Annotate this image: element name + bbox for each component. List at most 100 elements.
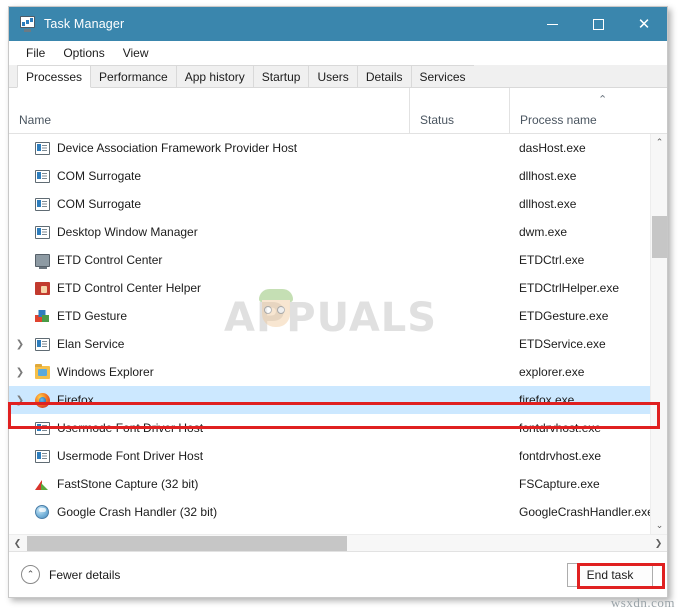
generic-app-icon (31, 225, 53, 239)
row-process-name: dllhost.exe (519, 169, 577, 183)
scroll-down-icon[interactable]: ⌄ (651, 517, 667, 534)
generic-app-icon (31, 169, 53, 183)
table-row[interactable]: Usermode Font Driver Host fontdrvhost.exe (9, 414, 650, 442)
close-button[interactable]: ✕ (621, 7, 667, 41)
row-process-name: firefox.exe (519, 393, 575, 407)
menu-bar: File Options View (9, 41, 667, 65)
tab-details[interactable]: Details (356, 65, 412, 87)
table-row[interactable]: Desktop Window Manager dwm.exe (9, 218, 650, 246)
row-name: Usermode Font Driver Host (57, 449, 204, 463)
scroll-up-icon[interactable]: ⌃ (651, 134, 667, 151)
window-controls: ✕ (529, 7, 667, 41)
close-icon: ✕ (637, 14, 651, 33)
faststone-icon (31, 478, 53, 491)
tab-processes[interactable]: Processes (17, 65, 92, 88)
row-process-name: dasHost.exe (519, 141, 586, 155)
expand-chevron-icon[interactable]: ❯ (9, 339, 31, 350)
scroll-right-icon[interactable]: ❯ (650, 535, 667, 551)
vertical-scrollbar[interactable]: ⌃ ⌄ (650, 134, 667, 534)
row-name: Windows Explorer (57, 365, 154, 379)
row-process-name: dwm.exe (519, 225, 568, 239)
row-process-name: ETDService.exe (519, 337, 606, 351)
row-name: Google Crash Handler (32 bit) (57, 505, 218, 519)
minimize-button[interactable] (529, 7, 575, 41)
table-row[interactable]: ❯ Windows Explorer explorer.exe (9, 358, 650, 386)
screenshot-root: Task Manager ✕ File Options View Process… (0, 0, 681, 613)
row-name: COM Surrogate (57, 197, 142, 211)
column-header-status[interactable]: Status (409, 88, 509, 133)
folder-icon (31, 363, 53, 379)
table-row[interactable]: ETD Control Center Helper ETDCtrlHelper.e… (9, 274, 650, 302)
row-process-name: fontdrvhost.exe (519, 421, 602, 435)
menu-item-file[interactable]: File (18, 44, 53, 62)
vertical-scrollbar-thumb[interactable] (652, 216, 667, 258)
table-row[interactable]: FastStone Capture (32 bit) FSCapture.exe (9, 470, 650, 498)
end-task-button[interactable]: End task (567, 563, 653, 587)
row-process-name: ETDCtrl.exe (519, 253, 585, 267)
row-name: Firefox (57, 393, 94, 407)
scroll-left-icon[interactable]: ❮ (9, 535, 26, 551)
horizontal-scrollbar[interactable]: ❮ ❯ (9, 534, 667, 551)
tab-strip: Processes Performance App history Startu… (9, 65, 667, 88)
blocks-icon (31, 310, 53, 323)
expand-chevron-icon[interactable]: ❯ (9, 395, 31, 406)
row-name: Desktop Window Manager (57, 225, 198, 239)
sort-ascending-icon: ⌃ (598, 93, 608, 106)
row-name: ETD Control Center Helper (57, 281, 202, 295)
column-header-name[interactable]: Name (9, 88, 409, 133)
row-process-name: ETDCtrlHelper.exe (519, 281, 620, 295)
table-row[interactable]: COM Surrogate dllhost.exe (9, 190, 650, 218)
horizontal-scrollbar-thumb[interactable] (27, 536, 347, 551)
monitor-icon (31, 253, 53, 269)
row-process-name: ETDGesture.exe (519, 309, 609, 323)
table-row[interactable]: ETD Control Center ETDCtrl.exe (9, 246, 650, 274)
row-name: Usermode Font Driver Host (57, 421, 204, 435)
title-bar: Task Manager ✕ (9, 7, 667, 41)
process-list-wrapper: Device Association Framework Provider Ho… (9, 134, 667, 534)
google-crash-icon (31, 505, 53, 519)
table-row[interactable]: Device Association Framework Provider Ho… (9, 134, 650, 162)
table-row[interactable]: ETD Gesture ETDGesture.exe (9, 302, 650, 330)
chevron-up-icon: ⌃ (21, 565, 40, 584)
firefox-icon (31, 392, 53, 408)
row-name: Elan Service (57, 337, 125, 351)
generic-app-icon (31, 421, 53, 435)
menu-item-options[interactable]: Options (55, 44, 112, 62)
generic-app-icon (31, 449, 53, 463)
column-header-process-name-label: Process name (520, 113, 597, 127)
row-name: Device Association Framework Provider Ho… (57, 141, 298, 155)
generic-app-icon (31, 197, 53, 211)
row-process-name: explorer.exe (519, 365, 585, 379)
table-row[interactable]: Usermode Font Driver Host fontdrvhost.exe (9, 442, 650, 470)
fewer-details-button[interactable]: ⌃ Fewer details (21, 565, 120, 584)
column-headers: Name Status ⌃ Process name (9, 88, 667, 134)
row-name: COM Surrogate (57, 169, 142, 183)
row-process-name: GoogleCrashHandler.exe (519, 505, 650, 519)
processes-panel: Name Status ⌃ Process name Device Associ… (9, 88, 667, 551)
row-name: ETD Control Center (57, 253, 163, 267)
expand-chevron-icon[interactable]: ❯ (9, 367, 31, 378)
row-process-name: fontdrvhost.exe (519, 449, 602, 463)
tab-performance[interactable]: Performance (90, 65, 177, 87)
process-list[interactable]: Device Association Framework Provider Ho… (9, 134, 650, 534)
table-row[interactable]: ❯ Elan Service ETDService.exe (9, 330, 650, 358)
tab-users[interactable]: Users (308, 65, 358, 87)
table-row[interactable]: COM Surrogate dllhost.exe (9, 162, 650, 190)
minimize-icon (546, 23, 558, 25)
column-header-name-label: Name (19, 113, 52, 127)
tab-startup[interactable]: Startup (252, 65, 310, 87)
menu-item-view[interactable]: View (115, 44, 157, 62)
tab-services[interactable]: Services (410, 65, 475, 87)
generic-app-icon (31, 337, 53, 351)
window-title: Task Manager (44, 17, 125, 31)
table-row[interactable]: Google Crash Handler (32 bit) GoogleCrash… (9, 498, 650, 526)
generic-app-icon (31, 141, 53, 155)
status-bar: ⌃ Fewer details End task (9, 551, 667, 597)
table-row[interactable]: ❯ Firefox firefox.exe (9, 386, 650, 414)
source-watermark: wsxdn.com (610, 595, 675, 610)
maximize-button[interactable] (575, 7, 621, 41)
column-header-process-name[interactable]: ⌃ Process name (509, 88, 667, 133)
task-manager-icon (19, 16, 36, 32)
row-process-name: dllhost.exe (519, 197, 577, 211)
tab-app-history[interactable]: App history (175, 65, 254, 87)
